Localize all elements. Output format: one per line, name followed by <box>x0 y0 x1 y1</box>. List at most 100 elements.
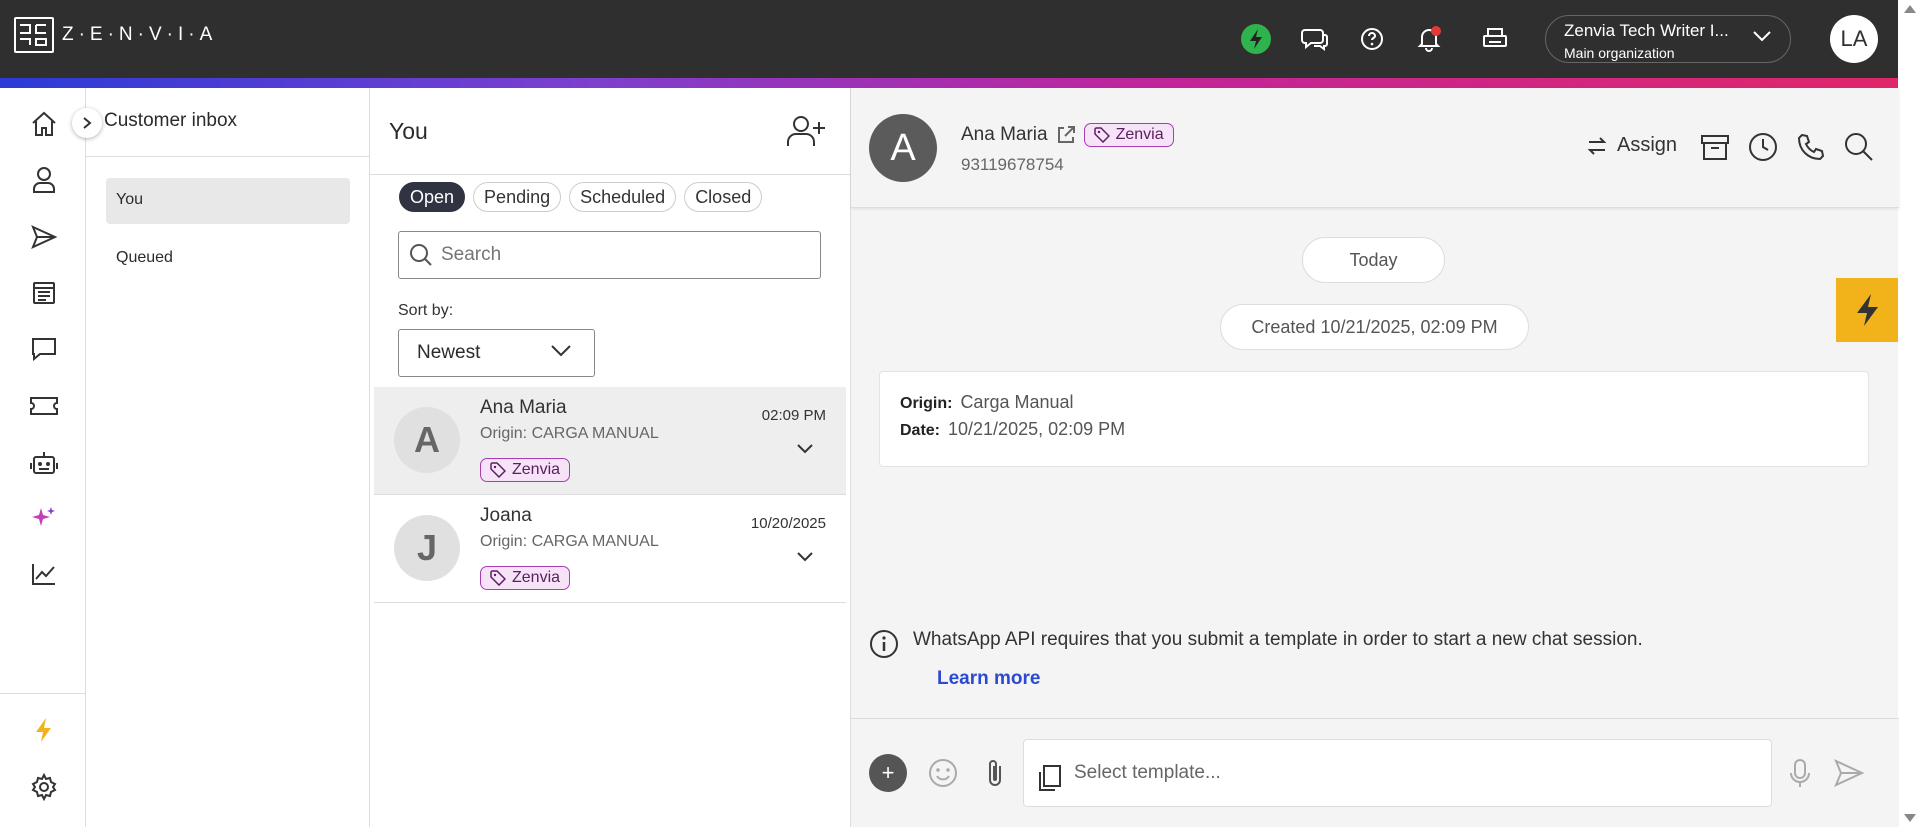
contact-avatar: J <box>394 515 460 581</box>
chat-contact-info: Ana Maria Zenvia <box>961 123 1174 147</box>
chat-tag-label: Zenvia <box>1115 126 1164 143</box>
chat-icon[interactable] <box>28 333 60 365</box>
learn-more-link[interactable]: Learn more <box>937 668 1040 690</box>
bot-icon[interactable] <box>28 447 60 479</box>
organization-switcher[interactable]: Zenvia Tech Writer I... Main organizatio… <box>1545 15 1791 63</box>
conversation-time: 02:09 PM <box>761 407 826 424</box>
assign-button[interactable]: Assign <box>1587 134 1677 157</box>
schedule-clock-icon[interactable] <box>1746 130 1780 164</box>
conversations-icon[interactable] <box>1300 24 1330 54</box>
info-icon <box>869 629 899 659</box>
send-icon[interactable] <box>28 221 60 253</box>
list-title: You <box>389 118 428 144</box>
expand-panel-button[interactable] <box>72 108 102 138</box>
sort-label: Sort by: <box>398 302 454 319</box>
expand-chevron-icon[interactable] <box>796 551 814 563</box>
external-link-icon[interactable] <box>1056 125 1076 145</box>
contact-avatar: A <box>394 407 460 473</box>
print-icon[interactable] <box>1480 24 1510 54</box>
scroll-down-arrow-icon[interactable] <box>1904 814 1916 822</box>
conversation-item[interactable]: J Joana Origin: CARGA MANUAL 10/20/2025 … <box>374 495 846 603</box>
inbox-item-you[interactable]: You <box>106 178 350 224</box>
notice-text: WhatsApp API requires that you submit a … <box>913 629 1643 650</box>
origin-label: Origin: <box>900 395 953 412</box>
attachment-icon[interactable] <box>977 755 1013 791</box>
tag-badge: Zenvia <box>480 458 571 482</box>
chat-panel: A Ana Maria Zenvia 93119678754 Assign To… <box>850 88 1899 827</box>
inbox-item-queued[interactable]: Queued <box>106 236 350 282</box>
main-navigation-rail <box>0 88 86 827</box>
notifications-icon[interactable] <box>1414 24 1444 54</box>
phone-icon[interactable] <box>1794 130 1828 164</box>
date-row: Date: 10/21/2025, 02:09 PM <box>900 419 1848 440</box>
settings-icon[interactable] <box>28 771 60 803</box>
user-avatar[interactable]: LA <box>1830 15 1878 63</box>
template-notice: WhatsApp API requires that you submit a … <box>869 629 1643 659</box>
tag-icon <box>1093 127 1110 143</box>
chevron-down-icon <box>1752 30 1772 42</box>
message-composer: + Select template... <box>851 718 1899 827</box>
rail-divider <box>0 693 86 694</box>
add-button[interactable]: + <box>869 754 907 792</box>
brand-gradient-bar <box>0 78 1898 88</box>
bolt-icon[interactable] <box>28 714 60 746</box>
assign-label: Assign <box>1617 134 1678 156</box>
swap-arrows-icon <box>1587 136 1607 155</box>
bolt-icon <box>1857 294 1878 326</box>
chat-header: A Ana Maria Zenvia 93119678754 Assign <box>851 88 1899 208</box>
tag-icon <box>490 570 506 586</box>
contact-name: Joana <box>480 505 532 526</box>
contact-origin: Origin: CARGA MANUAL <box>480 425 659 442</box>
date-value: 10/21/2025, 02:09 PM <box>948 419 1126 439</box>
send-message-icon[interactable] <box>1831 755 1867 791</box>
document-icon[interactable] <box>28 277 60 309</box>
template-placeholder: Select template... <box>1074 762 1221 783</box>
origin-value: Carga Manual <box>960 392 1074 412</box>
chat-contact-name[interactable]: Ana Maria <box>961 124 1048 146</box>
filter-open[interactable]: Open <box>399 182 466 212</box>
conversation-item[interactable]: A Ana Maria Origin: CARGA MANUAL 02:09 P… <box>374 387 846 495</box>
filter-scheduled[interactable]: Scheduled <box>569 182 677 212</box>
sort-dropdown[interactable]: Newest <box>398 329 595 377</box>
emoji-icon[interactable] <box>925 755 961 791</box>
quick-actions-bolt-button[interactable] <box>1836 278 1898 342</box>
search-input[interactable] <box>441 244 801 266</box>
conversation-time: 10/20/2025 <box>750 515 826 532</box>
help-icon[interactable] <box>1357 24 1387 54</box>
expand-chevron-icon[interactable] <box>796 443 814 455</box>
filter-pending[interactable]: Pending <box>473 182 562 212</box>
sort-value: Newest <box>417 342 481 363</box>
template-select[interactable]: Select template... <box>1023 739 1772 807</box>
origin-row: Origin: Carga Manual <box>900 392 1848 413</box>
home-icon[interactable] <box>28 108 60 140</box>
status-filter-chips: Open Pending Scheduled Closed <box>399 182 763 212</box>
microphone-icon[interactable] <box>1782 755 1818 791</box>
add-user-icon[interactable] <box>786 114 826 148</box>
analytics-icon[interactable] <box>28 558 60 590</box>
contact-icon[interactable] <box>28 164 60 196</box>
bolt-status-icon[interactable] <box>1241 24 1271 54</box>
sparkle-icon[interactable] <box>28 502 60 534</box>
zenvia-logo[interactable]: Z·E·N·V·I·A <box>14 17 217 53</box>
list-header: You <box>370 88 850 175</box>
archive-icon[interactable] <box>1698 130 1732 164</box>
chat-tag-badge: Zenvia <box>1083 123 1174 147</box>
copy-template-icon[interactable] <box>1031 761 1067 797</box>
date-separator-pill: Today <box>1302 237 1445 283</box>
search-box <box>398 231 821 279</box>
inbox-panel: Customer inbox You Queued <box>72 88 370 827</box>
scroll-up-arrow-icon[interactable] <box>1904 5 1916 13</box>
contact-origin: Origin: CARGA MANUAL <box>480 533 659 550</box>
top-bar: Z·E·N·V·I·A Zenvia Tech Writer I... Main… <box>0 0 1898 78</box>
logo-mark-icon <box>14 17 54 53</box>
tag-label: Zenvia <box>512 461 561 478</box>
logo-text: Z·E·N·V·I·A <box>62 24 218 45</box>
filter-closed[interactable]: Closed <box>684 182 763 212</box>
ticket-icon[interactable] <box>28 390 60 422</box>
tag-label: Zenvia <box>512 569 561 586</box>
page-scrollbar[interactable] <box>1898 0 1920 827</box>
chat-contact-phone: 93119678754 <box>961 155 1064 174</box>
search-icon[interactable] <box>1842 130 1876 164</box>
created-pill: Created 10/21/2025, 02:09 PM <box>1220 304 1529 350</box>
contact-info-card: Origin: Carga Manual Date: 10/21/2025, 02:… <box>879 371 1869 467</box>
